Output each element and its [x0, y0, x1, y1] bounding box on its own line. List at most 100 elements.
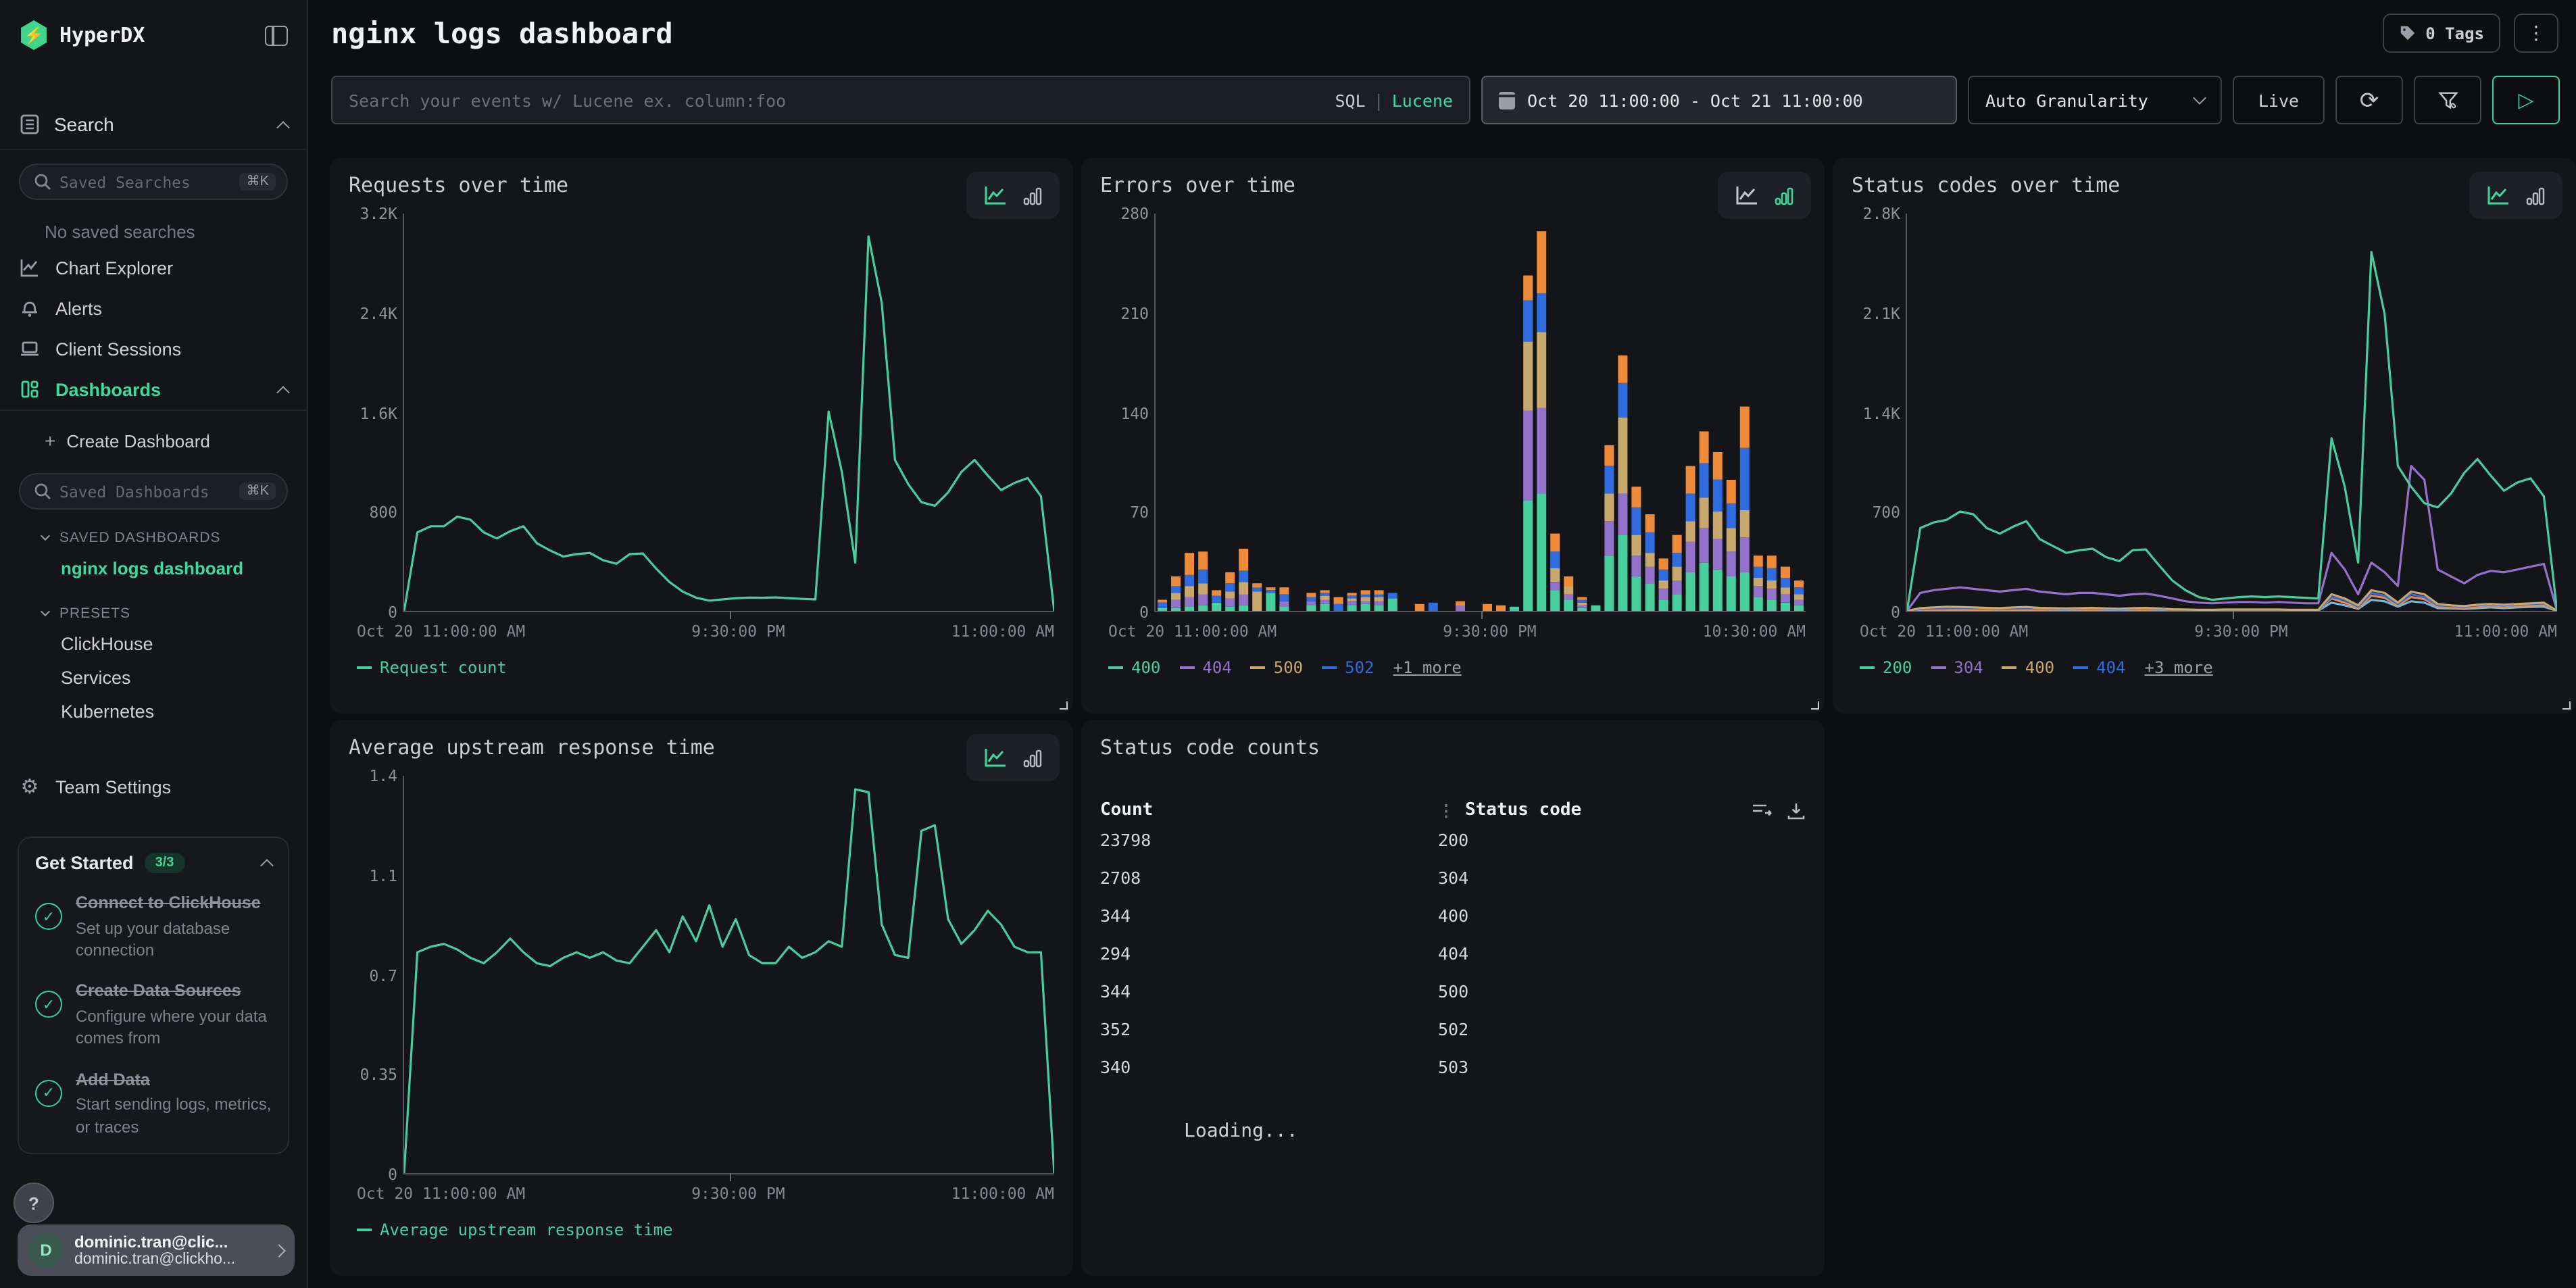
legend-more-link[interactable]: +3 more: [2145, 658, 2213, 677]
chart-plot[interactable]: [403, 776, 1054, 1174]
saved-searches-field[interactable]: [59, 172, 232, 191]
column-header-count[interactable]: Count: [1100, 800, 1438, 820]
granularity-select[interactable]: Auto Granularity: [1968, 76, 2222, 124]
refresh-icon: ⟳: [2360, 89, 2379, 112]
sidebar: ⚡ HyperDX Search ⌘K No saved searches Ch…: [0, 0, 308, 1288]
filter-edit-icon: [2436, 89, 2459, 112]
mode-lucene[interactable]: Lucene: [1392, 90, 1453, 110]
section-label: SAVED DASHBOARDS: [59, 530, 221, 546]
bar-chart-icon[interactable]: [1775, 186, 1793, 205]
sidebar-item-client-sessions[interactable]: Client Sessions: [0, 328, 307, 369]
check-circle-icon: ✓: [35, 1079, 62, 1106]
gear-icon: ⚙: [19, 776, 41, 797]
legend-more-link[interactable]: +1 more: [1393, 658, 1462, 677]
resize-handle[interactable]: [2562, 701, 2571, 710]
tags-label: 0 Tags: [2425, 24, 2484, 43]
sidebar-search-label: Search: [54, 114, 114, 135]
sidebar-item-services[interactable]: Services: [0, 661, 307, 695]
sidebar-collapse-icon[interactable]: [265, 25, 288, 45]
line-chart-icon[interactable]: [984, 747, 1007, 768]
kebab-menu-button[interactable]: ⋮: [2514, 14, 2558, 53]
get-started-item-title: Create Data Sources: [76, 981, 272, 1004]
laptop-icon: [19, 338, 41, 360]
line-chart-icon[interactable]: [984, 185, 1007, 205]
get-started-item[interactable]: ✓ Create Data Sources Configure where yo…: [35, 981, 272, 1050]
check-circle-icon: ✓: [35, 991, 62, 1018]
sidebar-item-team-settings[interactable]: ⚙ Team Settings: [0, 766, 307, 807]
date-range-picker[interactable]: Oct 20 11:00:00 - Oct 21 11:00:00: [1481, 76, 1957, 124]
x-axis: Oct 20 11:00:00 AM9:30:00 PM10:30:00 AM: [1108, 622, 1806, 641]
chart-legend: 200304400404+3 more: [1860, 658, 2557, 677]
column-header-status-code[interactable]: Status code: [1465, 800, 1581, 820]
chevron-up-icon[interactable]: [276, 120, 290, 134]
chart-legend: 400404500502+1 more: [1108, 658, 1806, 677]
tags-button[interactable]: 0 Tags: [2382, 14, 2500, 53]
filter-button[interactable]: [2414, 76, 2481, 124]
table-row[interactable]: 352502: [1100, 1010, 1806, 1047]
help-button[interactable]: ?: [14, 1183, 54, 1223]
resize-handle[interactable]: [1060, 701, 1068, 710]
dashboard-grid: Requests over time 3.2K2.4K1.6K8000 Oct …: [330, 158, 2576, 1276]
chevron-up-icon[interactable]: [276, 385, 290, 399]
user-menu[interactable]: D dominic.tran@clic... dominic.tran@clic…: [18, 1224, 295, 1276]
sidebar-item-nginx-logs-dashboard[interactable]: nginx logs dashboard: [0, 551, 307, 585]
get-started-item[interactable]: ✓ Connect to ClickHouse Set up your data…: [35, 892, 272, 962]
chart-plot[interactable]: [1154, 214, 1806, 612]
table-row[interactable]: 23798200: [1100, 820, 1806, 858]
bar-chart-icon[interactable]: [1023, 748, 1042, 767]
toolbar: SQL|Lucene Oct 20 11:00:00 - Oct 21 11:0…: [308, 53, 2576, 124]
chart-plot[interactable]: [1906, 214, 2557, 612]
table-row[interactable]: 344500: [1100, 972, 1806, 1010]
saved-dashboards-section[interactable]: SAVED DASHBOARDS: [0, 518, 307, 551]
bar-chart-icon[interactable]: [1023, 186, 1042, 205]
chevron-up-icon[interactable]: [260, 859, 274, 872]
user-email-primary: dominic.tran@clic...: [74, 1233, 264, 1252]
search-icon: [34, 173, 51, 191]
manage-columns-icon[interactable]: [1752, 801, 1773, 820]
sidebar-item-chart-explorer[interactable]: Chart Explorer: [0, 247, 307, 288]
get-started-title: Get Started: [35, 853, 134, 873]
app-window: ⚡ HyperDX Search ⌘K No saved searches Ch…: [0, 0, 2576, 1288]
run-query-button[interactable]: ▷: [2492, 76, 2560, 124]
hyperdx-logo-icon: ⚡: [19, 20, 49, 50]
saved-searches-input[interactable]: ⌘K: [19, 164, 288, 200]
bar-chart-icon[interactable]: [2526, 186, 2545, 205]
table-row[interactable]: 2708304: [1100, 858, 1806, 896]
live-button[interactable]: Live: [2233, 76, 2325, 124]
table-row[interactable]: 340503: [1100, 1047, 1806, 1085]
sidebar-item-alerts[interactable]: Alerts: [0, 288, 307, 328]
create-dashboard-button[interactable]: + Create Dashboard: [0, 422, 307, 460]
sidebar-item-label: Alerts: [55, 298, 102, 318]
presets-section[interactable]: PRESETS: [0, 593, 307, 627]
chart-title: Requests over time: [349, 173, 1054, 197]
panel-status-codes-over-time: Status codes over time 2.8K2.1K1.4K7000 …: [1833, 158, 2576, 714]
sidebar-item-search[interactable]: Search: [0, 100, 307, 149]
line-chart-icon[interactable]: [1735, 185, 1758, 205]
chart-title: Status codes over time: [1852, 173, 2557, 197]
column-drag-handle[interactable]: ⋮: [1438, 801, 1452, 820]
get-started-item-desc: Configure where your data comes from: [76, 1006, 272, 1049]
sidebar-item-dashboards[interactable]: Dashboards: [0, 369, 307, 410]
mode-sql[interactable]: SQL: [1335, 90, 1365, 110]
get-started-card: Get Started 3/3 ✓ Connect to ClickHouse …: [18, 837, 289, 1154]
download-icon[interactable]: [1787, 801, 1806, 820]
get-started-item[interactable]: ✓ Add Data Start sending logs, metrics, …: [35, 1068, 272, 1138]
x-axis: Oct 20 11:00:00 AM9:30:00 PM11:00:00 AM: [357, 622, 1054, 641]
y-axis: 280210140700: [1100, 214, 1154, 612]
refresh-button[interactable]: ⟳: [2335, 76, 2403, 124]
table-row[interactable]: 294404: [1100, 934, 1806, 972]
event-search-input[interactable]: [349, 90, 1324, 110]
saved-dashboards-input[interactable]: ⌘K: [19, 473, 288, 510]
sidebar-item-kubernetes[interactable]: Kubernetes: [0, 695, 307, 728]
table-row[interactable]: 344400: [1100, 896, 1806, 934]
get-started-item-title: Connect to ClickHouse: [76, 892, 272, 915]
saved-dashboards-field[interactable]: [59, 482, 232, 501]
line-chart-icon[interactable]: [2487, 185, 2510, 205]
sidebar-item-clickhouse[interactable]: ClickHouse: [0, 627, 307, 661]
chart-legend: Average upstream response time: [357, 1220, 1054, 1239]
chart-plot[interactable]: [403, 214, 1054, 612]
resize-handle[interactable]: [1811, 701, 1819, 710]
chevron-down-icon: [41, 531, 50, 541]
empty-grid-cell: [1833, 720, 2576, 1276]
event-search[interactable]: SQL|Lucene: [331, 76, 1470, 124]
